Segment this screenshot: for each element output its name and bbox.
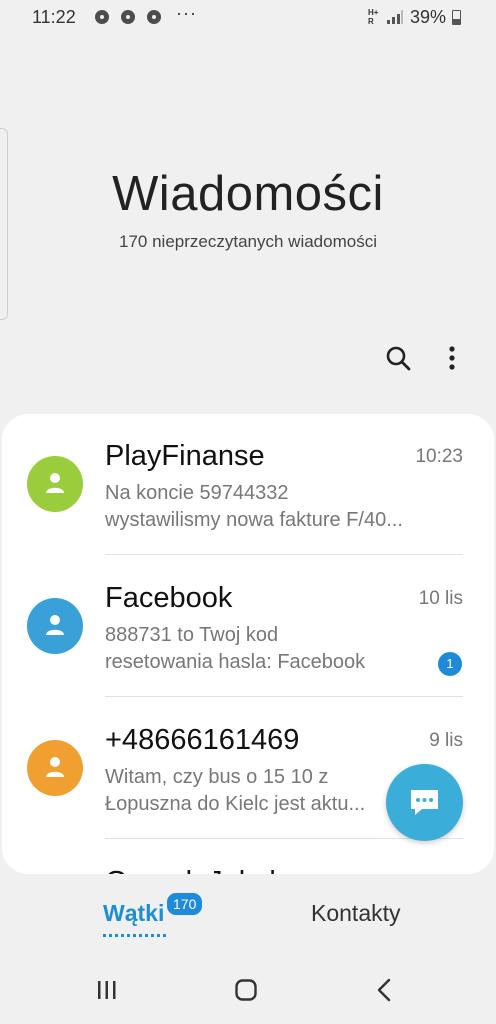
status-bar: 11:22 ··· H+ R 39% <box>0 0 496 36</box>
page-title: Wiadomości <box>112 167 384 221</box>
battery-icon <box>452 10 461 25</box>
chat-bubble-icon <box>411 790 438 815</box>
message-preview-line: 888731 to Twoj kod <box>105 624 279 646</box>
message-time: 10 lis <box>418 588 463 609</box>
message-preview-line: resetowania hasla: Facebook <box>105 651 366 673</box>
divider <box>105 696 463 697</box>
person-icon <box>46 473 64 493</box>
message-time: 10:23 <box>415 446 463 467</box>
message-preview-line: Na koncie 59744332 <box>105 482 289 504</box>
threads-unread-badge: 170 <box>165 891 205 917</box>
person-icon <box>46 615 64 635</box>
unread-summary: 170 nieprzeczytanych wiadomości <box>119 232 377 251</box>
contact-name: +48666161469 <box>105 724 300 756</box>
search-button[interactable] <box>384 344 412 372</box>
chrome-notification-icon <box>147 10 161 24</box>
contact-name: PlayFinanse <box>105 440 265 472</box>
contact-name: Facebook <box>105 582 233 614</box>
compose-message-button[interactable] <box>386 764 463 841</box>
back-button[interactable] <box>376 978 392 1002</box>
conversation-item-partial[interactable]: Garnek Jakub <box>105 866 286 874</box>
back-icon <box>377 978 391 1002</box>
roaming-label: R <box>368 17 374 26</box>
status-time: 11:22 <box>32 7 76 27</box>
network-type-icon: H+ R <box>368 8 378 26</box>
message-preview: Na koncie 59744332 wystawilismy nowa fak… <box>105 480 457 534</box>
message-preview: Witam, czy bus o 15 10 z Łopuszna do Kie… <box>105 764 387 818</box>
recent-apps-button[interactable] <box>96 980 118 1000</box>
more-vertical-icon <box>449 346 455 370</box>
conversation-item-facebook[interactable]: Facebook 10 lis 888731 to Twoj kod reset… <box>2 556 494 698</box>
chrome-notification-icon <box>121 10 135 24</box>
avatar <box>27 740 83 796</box>
battery-percent: 39% <box>410 7 447 27</box>
edge-panel-handle[interactable] <box>0 128 8 320</box>
network-type-label: H+ <box>368 8 379 17</box>
avatar <box>27 598 83 654</box>
message-preview-line: Witam, czy bus o 15 10 z <box>105 766 329 788</box>
unread-count-badge: 1 <box>438 652 462 676</box>
message-time: 9 lis <box>429 730 463 751</box>
home-button[interactable] <box>235 979 257 1001</box>
more-notifications-icon: ··· <box>176 3 197 23</box>
message-preview-line: wystawilismy nowa fakture F/40... <box>105 509 403 531</box>
home-icon <box>235 979 257 1001</box>
divider <box>105 554 463 555</box>
person-icon <box>46 757 64 777</box>
tab-threads[interactable]: Wątki <box>103 900 167 937</box>
chrome-notification-icon <box>95 10 109 24</box>
message-preview-line: Łopuszna do Kielc jest aktu... <box>105 793 366 815</box>
avatar <box>27 456 83 512</box>
message-preview: 888731 to Twoj kod resetowania hasla: Fa… <box>105 622 457 676</box>
tab-contacts[interactable]: Kontakty <box>311 900 401 927</box>
more-options-button[interactable] <box>440 344 464 372</box>
search-icon <box>386 346 411 371</box>
signal-icon <box>387 10 403 24</box>
conversation-item-playfinanse[interactable]: PlayFinanse 10:23 Na koncie 59744332 wys… <box>2 414 494 556</box>
recent-apps-icon <box>98 981 116 999</box>
